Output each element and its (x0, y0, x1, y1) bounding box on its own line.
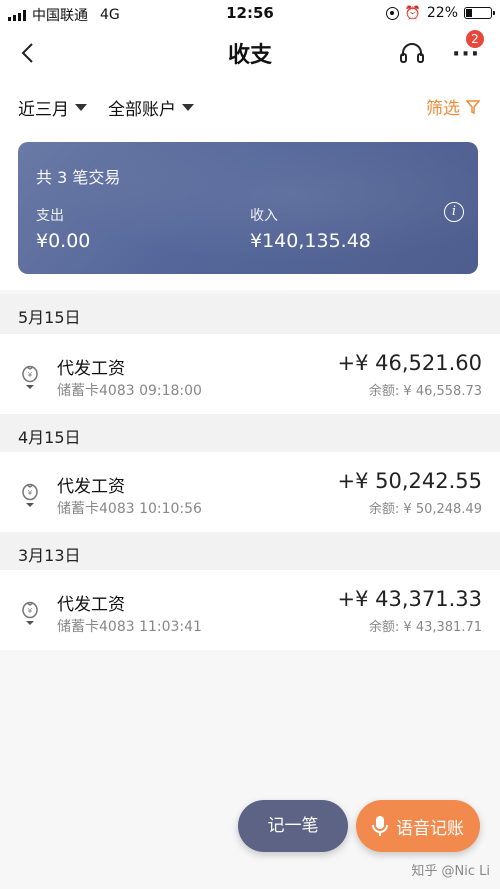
date-label: 3月13日 (18, 546, 81, 565)
battery-percent: 22% (426, 5, 458, 21)
date-label: 5月15日 (18, 308, 81, 327)
money-bag-icon: ¥ (22, 365, 38, 389)
expense-label: 支出 (36, 208, 64, 224)
transaction-name: 代发工资 (57, 595, 125, 615)
transaction-amount: +¥ 50,242.55 (337, 469, 482, 493)
transaction-row[interactable]: ¥ 代发工资 储蓄卡4083 11:03:41 +¥ 43,371.33 余额:… (0, 570, 500, 650)
date-header: 5月15日 (0, 294, 500, 334)
date-header: 3月13日 (0, 532, 500, 572)
customer-service-icon[interactable] (398, 40, 426, 68)
summary-section: 共 3 笔交易 支出 ¥0.00 收入 ¥140,135.48 i (0, 132, 500, 290)
transaction-detail: 储蓄卡4083 09:18:00 (57, 383, 202, 399)
transaction-detail: 储蓄卡4083 11:03:41 (57, 619, 202, 635)
date-label: 4月15日 (18, 428, 81, 447)
transaction-detail: 储蓄卡4083 10:10:56 (57, 501, 202, 517)
svg-text:¥: ¥ (28, 607, 33, 615)
microphone-icon (372, 816, 388, 836)
alarm-icon: ⏰ (404, 5, 421, 21)
transaction-name: 代发工资 (57, 359, 125, 379)
svg-text:¥: ¥ (28, 371, 33, 379)
battery-icon (464, 7, 495, 19)
date-header: 4月15日 (0, 414, 500, 454)
transaction-amount: +¥ 46,521.60 (337, 351, 482, 375)
info-icon[interactable]: i (444, 202, 464, 222)
transaction-balance: 余额: ¥ 43,381.71 (368, 620, 482, 635)
money-bag-icon: ¥ (22, 483, 38, 507)
transaction-balance: 余额: ¥ 50,248.49 (368, 502, 482, 517)
location-icon (385, 6, 399, 20)
filter-bar: 近三月 全部账户 筛选 (0, 82, 500, 132)
watermark: 知乎 @Nic Li (411, 864, 490, 879)
income-label: 收入 (250, 208, 278, 224)
transaction-count: 共 3 笔交易 (36, 168, 121, 187)
transaction-name: 代发工资 (57, 477, 125, 497)
income-value: ¥140,135.48 (250, 230, 371, 252)
money-bag-icon: ¥ (22, 601, 38, 625)
account-dropdown[interactable]: 全部账户 (108, 95, 194, 120)
svg-text:¥: ¥ (28, 489, 33, 497)
account-label: 全部账户 (108, 100, 176, 120)
period-label: 近三月 (18, 100, 69, 120)
dropdown-arrow-icon (75, 104, 87, 111)
transaction-balance: 余额: ¥ 46,558.73 (368, 384, 482, 399)
filter-label: 筛选 (426, 99, 460, 119)
status-right: ⏰ 22% (385, 5, 495, 21)
expense-value: ¥0.00 (36, 230, 91, 252)
summary-card: 共 3 笔交易 支出 ¥0.00 收入 ¥140,135.48 i (18, 142, 478, 274)
transaction-row[interactable]: ¥ 代发工资 储蓄卡4083 09:18:00 +¥ 46,521.60 余额:… (0, 334, 500, 414)
status-bar: 中国联通 4G 12:56 ⏰ 22% (0, 0, 500, 26)
dropdown-arrow-icon (182, 104, 194, 111)
transaction-amount: +¥ 43,371.33 (337, 587, 482, 611)
filter-button[interactable]: 筛选 (426, 94, 480, 119)
voice-record-button[interactable]: 语音记账 (356, 800, 480, 852)
record-entry-button[interactable]: 记一笔 (238, 800, 348, 852)
voice-record-label: 语音记账 (396, 818, 464, 839)
period-dropdown[interactable]: 近三月 (18, 95, 87, 120)
transaction-row[interactable]: ¥ 代发工资 储蓄卡4083 10:10:56 +¥ 50,242.55 余额:… (0, 452, 500, 532)
notification-badge: 2 (466, 30, 484, 48)
funnel-icon (466, 99, 480, 114)
nav-header: 收支 ··· 2 (0, 26, 500, 82)
